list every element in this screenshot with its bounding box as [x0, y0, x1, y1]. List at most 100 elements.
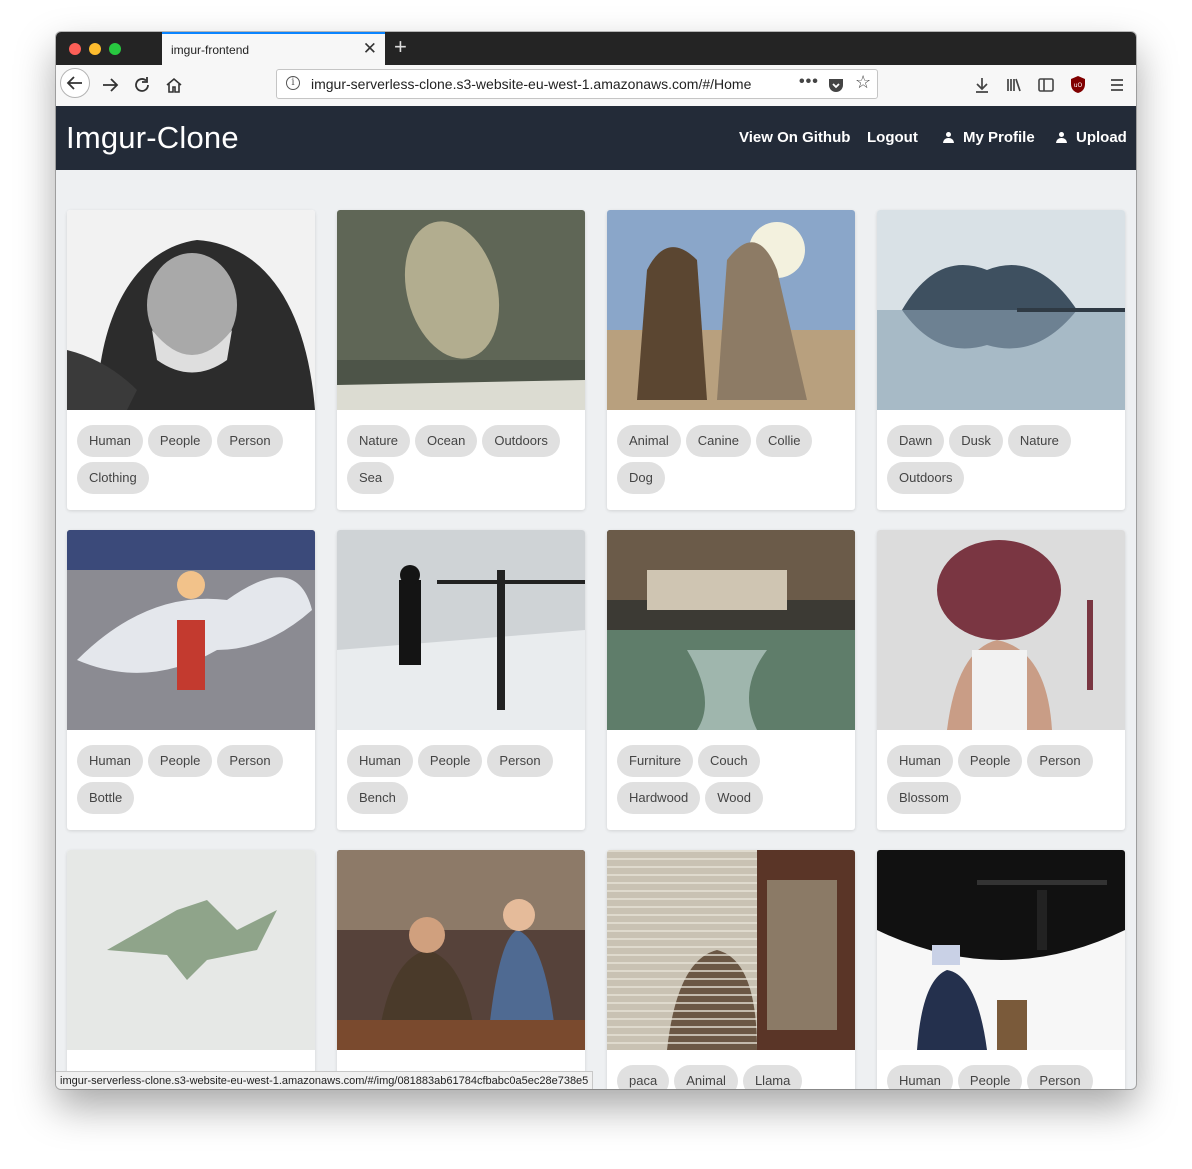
tag-chip[interactable]: Clothing — [77, 462, 149, 494]
card-image[interactable] — [67, 210, 315, 410]
my-profile-link[interactable]: My Profile — [943, 129, 1035, 146]
back-button[interactable] — [60, 68, 90, 98]
card-image[interactable] — [877, 530, 1125, 730]
sidebar-icon[interactable] — [1037, 76, 1055, 94]
menu-icon[interactable] — [1108, 76, 1126, 94]
tag-chip[interactable]: Human — [77, 745, 143, 777]
tag-chip[interactable]: Person — [487, 745, 553, 777]
tag-chip[interactable]: Couch — [698, 745, 760, 777]
tag-chip[interactable]: Dog — [617, 462, 665, 494]
image-card[interactable] — [337, 850, 585, 1089]
tag-chip[interactable]: Furniture — [617, 745, 694, 777]
image-card[interactable]: Human People Person Bench — [337, 530, 585, 830]
tag-chip[interactable]: Wood — [705, 782, 763, 814]
tag-chip[interactable]: People — [957, 745, 1023, 777]
github-link[interactable]: View On Github — [739, 129, 850, 146]
tag-chip[interactable]: Nature — [347, 425, 411, 457]
card-image[interactable] — [607, 210, 855, 410]
image-card[interactable]: paca Animal Llama — [607, 850, 855, 1089]
tag-chip[interactable]: Outdoors — [887, 462, 965, 494]
tab-title: imgur-frontend — [171, 43, 250, 57]
info-icon[interactable]: i — [286, 76, 300, 90]
tag-chip[interactable]: Canine — [685, 425, 751, 457]
image-card[interactable]: Human People Person — [877, 850, 1125, 1089]
person-icon — [1056, 132, 1067, 143]
upload-link[interactable]: Upload — [1056, 129, 1127, 146]
tag-chip[interactable]: Bottle — [77, 782, 135, 814]
tag-list: Dawn Dusk Nature Outdoors — [887, 425, 1119, 499]
tag-chip[interactable]: Human — [887, 1065, 953, 1089]
image-card[interactable]: Furniture Couch Hardwood Wood — [607, 530, 855, 830]
card-image[interactable] — [877, 850, 1125, 1050]
tag-list: Human People Person Blossom — [887, 745, 1119, 819]
tag-list: Human People Person Bottle — [77, 745, 309, 819]
bookmark-star-icon[interactable]: ☆ — [855, 72, 871, 93]
browser-tab[interactable]: imgur-frontend ✕ — [162, 32, 385, 65]
card-image[interactable] — [337, 530, 585, 730]
zoom-window-button[interactable] — [109, 43, 121, 55]
minimize-window-button[interactable] — [89, 43, 101, 55]
card-image[interactable] — [337, 850, 585, 1050]
forward-button[interactable] — [96, 71, 124, 104]
tag-chip[interactable]: Nature — [1007, 425, 1071, 457]
tag-list: Human People Person Clothing — [77, 425, 309, 499]
tag-list: Human People Person — [887, 1065, 1119, 1089]
person-icon — [943, 132, 954, 143]
ublock-shield-icon[interactable]: uO — [1069, 75, 1087, 94]
image-card[interactable]: Dawn Dusk Nature Outdoors — [877, 210, 1125, 510]
home-button[interactable] — [160, 71, 188, 104]
tag-chip[interactable]: Outdoors — [482, 425, 560, 457]
tag-chip[interactable]: People — [147, 745, 213, 777]
close-tab-icon[interactable]: ✕ — [363, 39, 377, 59]
library-icon[interactable] — [1005, 76, 1023, 94]
brand-logo[interactable]: Imgur-Clone — [66, 120, 239, 156]
tag-chip[interactable]: Animal — [617, 425, 681, 457]
reload-button[interactable] — [128, 71, 156, 104]
card-image[interactable] — [607, 530, 855, 730]
tab-bar: imgur-frontend ✕ + — [56, 32, 1136, 65]
card-image[interactable] — [607, 850, 855, 1050]
image-card[interactable]: Human People Person Blossom — [877, 530, 1125, 830]
image-card[interactable] — [67, 850, 315, 1089]
pocket-icon[interactable] — [827, 76, 845, 94]
status-bar-url: imgur-serverless-clone.s3-website-eu-wes… — [56, 1071, 594, 1089]
tag-chip[interactable]: Collie — [755, 425, 813, 457]
image-card[interactable]: Animal Canine Collie Dog — [607, 210, 855, 510]
card-image[interactable] — [67, 850, 315, 1050]
tag-chip[interactable]: Bench — [347, 782, 408, 814]
tag-chip[interactable]: People — [417, 745, 483, 777]
tag-chip[interactable]: Person — [1027, 745, 1093, 777]
tag-chip[interactable]: Animal — [674, 1065, 738, 1089]
tag-chip[interactable]: Human — [77, 425, 143, 457]
card-image[interactable] — [877, 210, 1125, 410]
tag-chip[interactable]: paca — [617, 1065, 670, 1089]
tag-chip[interactable]: Llama — [742, 1065, 803, 1089]
tag-chip[interactable]: Sea — [347, 462, 395, 494]
address-bar[interactable]: i imgur-serverless-clone.s3-website-eu-w… — [276, 69, 878, 99]
tag-chip[interactable]: People — [957, 1065, 1023, 1089]
card-image[interactable] — [337, 210, 585, 410]
tag-chip[interactable]: Ocean — [415, 425, 478, 457]
tag-chip[interactable]: Person — [1027, 1065, 1093, 1089]
tag-chip[interactable]: Blossom — [887, 782, 961, 814]
tag-chip[interactable]: Human — [887, 745, 953, 777]
page-actions-icon[interactable]: ••• — [799, 73, 819, 91]
tag-chip[interactable]: Person — [217, 745, 283, 777]
tag-chip[interactable]: Hardwood — [617, 782, 701, 814]
navigation-bar: i imgur-serverless-clone.s3-website-eu-w… — [56, 65, 1136, 107]
url-text[interactable]: imgur-serverless-clone.s3-website-eu-wes… — [311, 76, 761, 92]
tag-chip[interactable]: People — [147, 425, 213, 457]
tag-chip[interactable]: Person — [217, 425, 283, 457]
tag-chip[interactable]: Human — [347, 745, 413, 777]
back-arrow-icon — [66, 76, 82, 90]
image-card[interactable]: Nature Ocean Outdoors Sea — [337, 210, 585, 510]
tag-chip[interactable]: Dawn — [887, 425, 945, 457]
logout-link[interactable]: Logout — [867, 129, 918, 146]
image-card[interactable]: Human People Person Bottle — [67, 530, 315, 830]
image-card[interactable]: Human People Person Clothing — [67, 210, 315, 510]
new-tab-icon[interactable]: + — [394, 35, 407, 59]
downloads-icon[interactable] — [973, 76, 991, 94]
card-image[interactable] — [67, 530, 315, 730]
tag-chip[interactable]: Dusk — [949, 425, 1003, 457]
close-window-button[interactable] — [69, 43, 81, 55]
